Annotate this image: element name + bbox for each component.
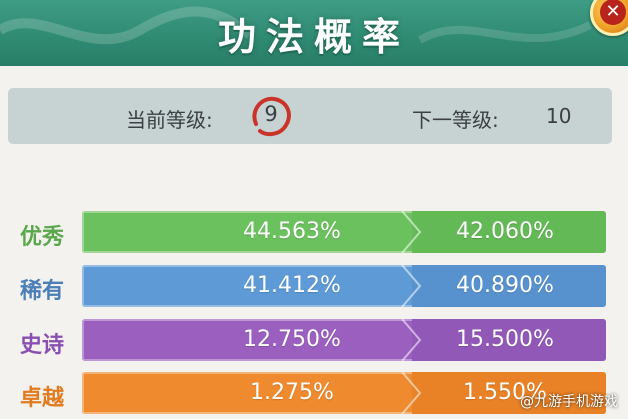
rate-bar: 44.563% 42.060% (82, 211, 606, 253)
next-level-label: 下一等级: (412, 108, 499, 132)
rate-row-epic: 史诗 12.750% 15.500% (0, 319, 628, 361)
current-level-badge: 9 (248, 94, 294, 138)
close-icon: ✕ (600, 0, 626, 25)
rarity-label: 优秀 (20, 225, 65, 250)
next-rate: 40.890% (456, 273, 554, 298)
current-rate: 44.563% (243, 219, 341, 244)
header-banner: 功法概率 (0, 0, 628, 66)
current-level-value: 9 (264, 102, 278, 126)
rate-bar: 12.750% 15.500% (82, 319, 606, 361)
rarity-label: 史诗 (20, 333, 65, 358)
page-title: 功法概率 (217, 14, 410, 59)
rate-bar: 41.412% 40.890% (82, 265, 606, 307)
next-level-value: 10 (546, 104, 572, 128)
current-rate: 12.750% (243, 327, 341, 352)
current-rate: 1.275% (250, 380, 334, 405)
next-rate: 42.060% (456, 219, 554, 244)
rarity-label: 稀有 (20, 279, 65, 304)
watermark: @九游手机游戏 (520, 394, 618, 410)
rate-row-excellent: 优秀 44.563% 42.060% (0, 211, 628, 253)
current-level-label: 当前等级: (126, 108, 213, 132)
next-rate: 15.500% (456, 327, 554, 352)
rarity-label: 卓越 (20, 386, 65, 411)
rate-row-rare: 稀有 41.412% 40.890% (0, 265, 628, 307)
level-info-bar: 当前等级: 9 下一等级: 10 (8, 88, 612, 144)
current-rate: 41.412% (243, 273, 341, 298)
